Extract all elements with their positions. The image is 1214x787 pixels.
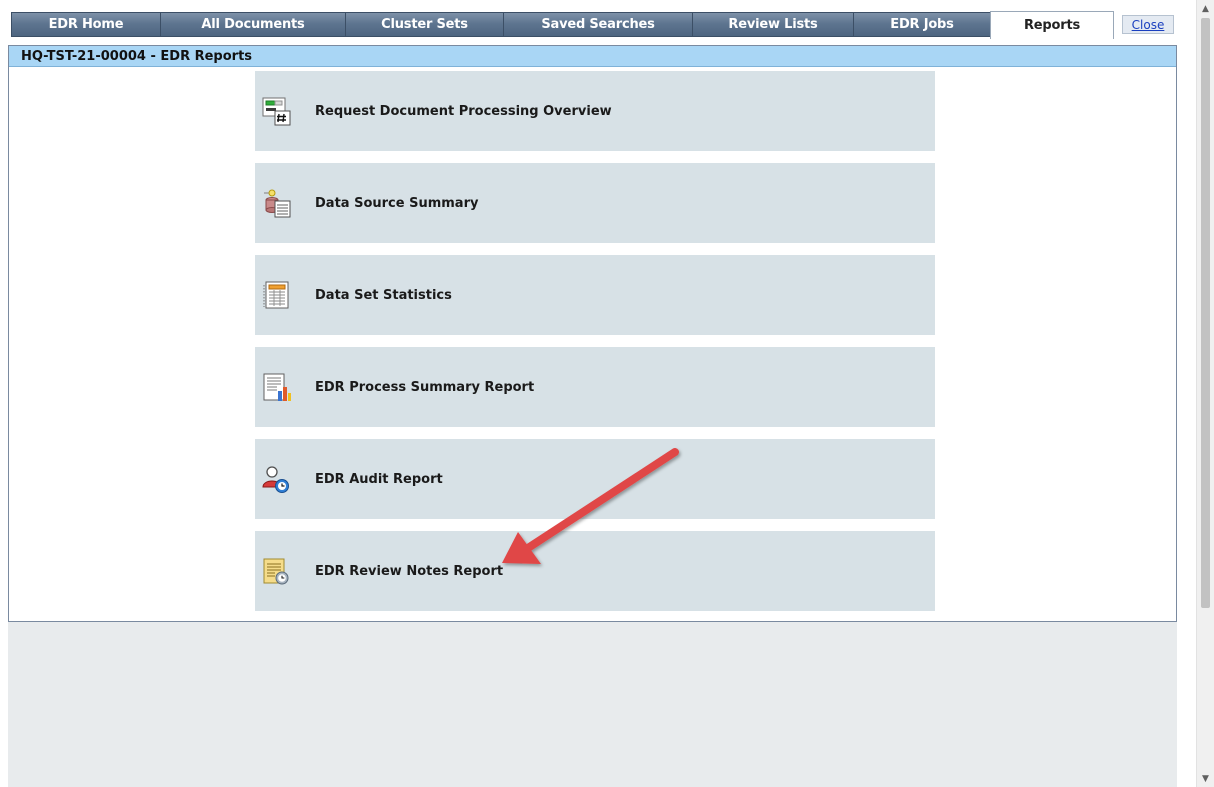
tab-edr-jobs[interactable]: EDR Jobs xyxy=(853,12,991,37)
tab-review-lists[interactable]: Review Lists xyxy=(692,12,854,37)
reports-panel: HQ-TST-21-00004 - EDR Reports Request Do… xyxy=(8,45,1177,622)
report-item-data-source-summary[interactable]: Data Source Summary xyxy=(255,163,935,243)
close-link[interactable]: Close xyxy=(1122,15,1174,34)
scroll-down-icon[interactable]: ▼ xyxy=(1197,770,1214,787)
statistics-sheet-icon xyxy=(263,281,289,309)
report-item-data-set-statistics[interactable]: Data Set Statistics xyxy=(255,255,935,335)
tab-reports[interactable]: Reports xyxy=(990,11,1114,39)
scroll-up-icon[interactable]: ▲ xyxy=(1197,0,1214,17)
tab-edr-home[interactable]: EDR Home xyxy=(11,12,161,37)
data-source-icon xyxy=(264,189,291,218)
report-item-review-notes[interactable]: EDR Review Notes Report xyxy=(255,531,935,611)
scroll-thumb[interactable] xyxy=(1201,18,1210,608)
report-label: Request Document Processing Overview xyxy=(315,103,612,119)
report-label: Data Set Statistics xyxy=(315,287,452,303)
tab-bar: EDR Home All Documents Cluster Sets Save… xyxy=(0,0,1196,40)
report-item-processing-overview[interactable]: Request Document Processing Overview xyxy=(255,71,935,151)
user-clock-icon xyxy=(262,466,289,493)
notes-clock-icon xyxy=(263,558,289,585)
report-item-audit-report[interactable]: EDR Audit Report xyxy=(255,439,935,519)
page-background xyxy=(8,622,1177,787)
tab-saved-searches[interactable]: Saved Searches xyxy=(503,12,693,37)
report-label: EDR Audit Report xyxy=(315,471,443,487)
tab-cluster-sets[interactable]: Cluster Sets xyxy=(345,12,504,37)
tab-all-documents[interactable]: All Documents xyxy=(160,12,346,37)
report-item-process-summary[interactable]: EDR Process Summary Report xyxy=(255,347,935,427)
report-label: EDR Review Notes Report xyxy=(315,563,504,579)
vertical-scrollbar[interactable]: ▲ ▼ xyxy=(1196,0,1214,787)
report-label: Data Source Summary xyxy=(315,195,479,211)
chart-report-icon xyxy=(263,373,291,401)
report-label: EDR Process Summary Report xyxy=(315,379,535,395)
panel-title: HQ-TST-21-00004 - EDR Reports xyxy=(9,46,1176,67)
processing-overview-icon xyxy=(262,97,291,126)
